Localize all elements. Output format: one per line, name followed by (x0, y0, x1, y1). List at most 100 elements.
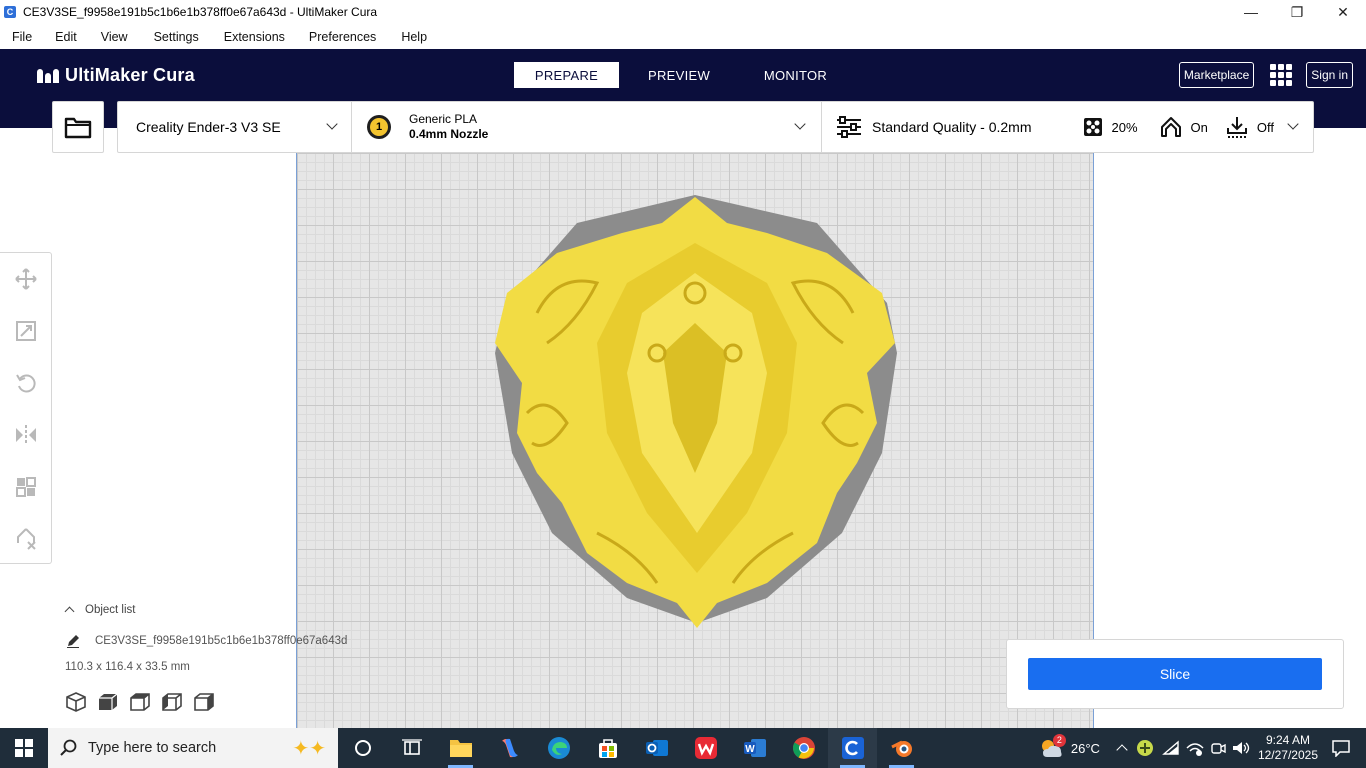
menu-extensions[interactable]: Extensions (224, 30, 285, 44)
weather-badge: 2 (1052, 734, 1066, 747)
printer-settings-bar: Creality Ender-3 V3 SE 1 Generic PLA 0.4… (117, 101, 1314, 153)
material-selector[interactable]: 1 Generic PLA 0.4mm Nozzle (352, 102, 822, 152)
sliders-icon (837, 116, 861, 138)
view-3d-icon[interactable] (65, 691, 87, 713)
view-right-icon[interactable] (193, 691, 215, 713)
support-blocker-icon[interactable] (12, 525, 40, 553)
app-tray-icon[interactable] (1136, 739, 1154, 757)
weather-widget[interactable]: 2 26°C (1039, 734, 1100, 759)
sign-in-button[interactable]: Sign in (1306, 62, 1353, 88)
taskbar-search[interactable]: Type here to search ✦✦ (48, 728, 338, 768)
svg-text:W: W (745, 744, 755, 755)
outlook-icon[interactable] (632, 728, 681, 768)
menu-edit[interactable]: Edit (55, 30, 77, 44)
object-list-toggle[interactable]: Object list (64, 604, 136, 617)
material-name: Generic PLA (409, 112, 478, 126)
slice-button[interactable]: Slice (1028, 658, 1322, 690)
window-title: CE3V3SE_f9958e191b5c1b6e1b378ff0e67a643d… (23, 5, 378, 19)
notifications-icon[interactable] (1332, 739, 1350, 757)
microsoft-store-icon[interactable] (583, 728, 632, 768)
windows-logo-icon (15, 739, 33, 757)
object-list-item[interactable]: CE3V3SE_f9958e191b5c1b6e1b378ff0e67a643d (66, 634, 347, 648)
marketplace-button[interactable]: Marketplace (1178, 62, 1255, 88)
ultimaker-logo-icon (37, 68, 59, 83)
tool-panel (0, 252, 52, 564)
object-name: CE3V3SE_f9958e191b5c1b6e1b378ff0e67a643d (95, 635, 348, 648)
view-top-icon[interactable] (129, 691, 151, 713)
build-plate-viewport[interactable] (296, 153, 1094, 729)
menu-bar: File Edit View Settings Extensions Prefe… (0, 26, 1366, 48)
menu-view[interactable]: View (101, 30, 128, 44)
object-dimensions: 110.3 x 116.4 x 33.5 mm (65, 661, 190, 673)
clock-time: 9:24 AM (1265, 733, 1310, 747)
cura-app-icon: C (4, 6, 16, 18)
view-front-icon[interactable] (97, 691, 119, 713)
support-icon (1160, 117, 1181, 137)
copilot-sparkle-icon: ✦✦ (292, 738, 326, 760)
chevron-down-icon (794, 118, 806, 130)
blender-icon[interactable] (877, 728, 926, 768)
tray-overflow-chevron-icon[interactable] (1116, 744, 1128, 756)
menu-help[interactable]: Help (401, 30, 427, 44)
apps-grid-icon[interactable] (1270, 64, 1293, 86)
object-list-header: Object list (85, 604, 136, 616)
system-tray: 2 26°C 9:24 AM 12/27/2025 (1039, 728, 1366, 768)
shield-model[interactable] (297, 153, 1095, 729)
print-settings-selector[interactable]: Standard Quality - 0.2mm 20% On Off (822, 102, 1313, 152)
move-tool-icon[interactable] (12, 265, 40, 293)
scale-tool-icon[interactable] (12, 317, 40, 345)
windows-taskbar: Type here to search ✦✦ W 2 26°C 9:24 AM … (0, 728, 1366, 768)
mirror-tool-icon[interactable] (12, 421, 40, 449)
adhesion-value: Off (1256, 119, 1274, 135)
chrome-icon[interactable] (779, 728, 828, 768)
cura-taskbar-icon[interactable] (828, 728, 877, 768)
clock[interactable]: 9:24 AM 12/27/2025 (1258, 733, 1318, 763)
stage-tabs: PREPARE PREVIEW MONITOR (514, 62, 852, 88)
start-button[interactable] (0, 728, 48, 768)
wps-office-icon[interactable] (681, 728, 730, 768)
printer-selector[interactable]: Creality Ender-3 V3 SE (118, 102, 352, 152)
slice-panel: Slice (1006, 639, 1344, 709)
support-value: On (1190, 119, 1208, 135)
task-view-icon[interactable] (338, 728, 387, 768)
chevron-down-icon (326, 118, 338, 130)
close-button[interactable]: ✕ (1320, 0, 1366, 24)
file-explorer-icon[interactable] (436, 728, 485, 768)
menu-settings[interactable]: Settings (154, 30, 199, 44)
menu-preferences[interactable]: Preferences (309, 30, 376, 44)
adhesion-icon (1226, 117, 1247, 138)
widgets-icon[interactable] (387, 728, 436, 768)
infill-icon (1083, 118, 1102, 136)
volume-icon[interactable] (1232, 740, 1250, 756)
weather-temp: 26°C (1070, 740, 1100, 756)
open-file-button[interactable] (52, 101, 104, 153)
word-icon[interactable]: W (730, 728, 779, 768)
logo-text: UltiMaker Cura (65, 65, 195, 85)
restore-button[interactable]: ❐ (1274, 0, 1320, 24)
chevron-down-icon (1287, 118, 1299, 130)
search-icon (60, 739, 77, 756)
view-left-icon[interactable] (161, 691, 183, 713)
edge-browser-icon[interactable] (534, 728, 583, 768)
nozzle-size: 0.4mm Nozzle (409, 127, 489, 141)
title-bar: C CE3V3SE_f9958e191b5c1b6e1b378ff0e67a64… (0, 0, 1366, 24)
folder-icon (64, 117, 92, 139)
tab-preview[interactable]: PREVIEW (619, 62, 739, 88)
wifi-icon[interactable] (1162, 740, 1180, 756)
menu-file[interactable]: File (12, 30, 32, 44)
chevron-up-icon (64, 606, 75, 617)
tab-prepare[interactable]: PREPARE (514, 62, 619, 88)
rotate-tool-icon[interactable] (12, 369, 40, 397)
clock-date: 12/27/2025 (1257, 748, 1318, 762)
pencil-icon (67, 635, 79, 648)
copilot-icon[interactable] (485, 728, 534, 768)
infill-value: 20% (1111, 119, 1138, 135)
meet-now-icon[interactable] (1210, 740, 1226, 756)
extruder-icon: 1 (367, 115, 391, 139)
printer-name: Creality Ender-3 V3 SE (136, 119, 281, 135)
per-model-settings-icon[interactable] (12, 473, 40, 501)
logo: UltiMaker Cura (37, 65, 195, 86)
tab-monitor[interactable]: MONITOR (739, 62, 852, 88)
minimize-button[interactable]: — (1228, 0, 1274, 24)
network-icon[interactable] (1186, 740, 1204, 756)
